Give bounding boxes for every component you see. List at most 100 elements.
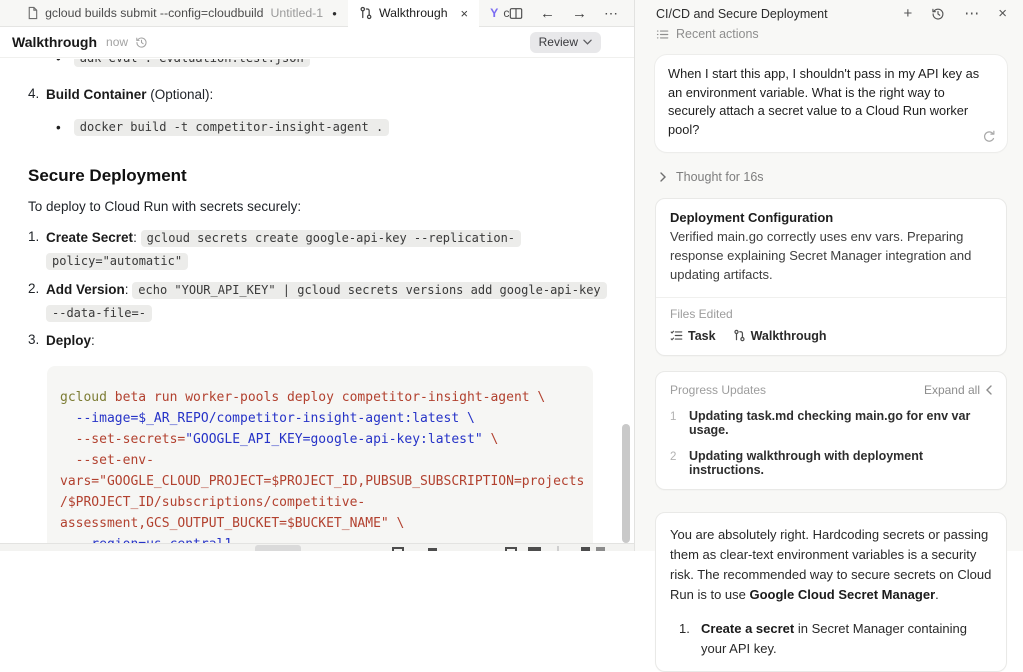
editor-pane: gcloud builds submit --config=cloudbuild… (0, 0, 634, 551)
toolbar-pill-fragment (255, 545, 301, 551)
code-line: /$PROJECT_ID/subscriptions/competitive- (60, 492, 581, 513)
toolbar-icon-fragment (596, 547, 605, 551)
bullet: • (56, 59, 61, 66)
files-edited-section: Files Edited Task (656, 297, 1006, 355)
timestamp: now (106, 35, 128, 49)
tab-walkthrough[interactable]: Walkthrough × (348, 0, 479, 27)
thought-label: Thought for 16s (676, 170, 764, 184)
more-options-icon[interactable]: ⋯ (964, 6, 979, 21)
code-line: --image=$_AR_REPO/competitor-insight-age… (60, 408, 581, 429)
walkthrough-route-icon (359, 6, 373, 20)
tab-title: Walkthrough (379, 6, 448, 20)
assistant-panel: CI/CD and Secure Deployment + ⋯ × Recent… (634, 0, 1023, 551)
thought-toggle[interactable]: Thought for 16s (660, 170, 1023, 184)
inline-code: --data-file=- (46, 305, 152, 322)
split-editor-icon[interactable] (509, 7, 523, 20)
chevron-left-icon (986, 385, 992, 395)
ordered-list: 1. Create Secret: gcloud secrets create … (28, 226, 634, 352)
toolbar-icon-fragment (581, 547, 590, 551)
bold-text: Google Cloud Secret Manager (750, 587, 936, 602)
file-chip-walkthrough[interactable]: Walkthrough (733, 329, 827, 343)
page-title: Walkthrough (12, 34, 97, 50)
vertical-scrollbar[interactable] (622, 424, 630, 543)
progress-updates-label: Progress Updates (670, 383, 766, 397)
walkthrough-document: • adk eval . evaluation.test.json 4. Bui… (0, 59, 634, 543)
assistant-response: You are absolutely right. Hardcoding sec… (655, 512, 1007, 672)
response-paragraph: You are absolutely right. Hardcoding sec… (670, 525, 992, 606)
more-actions-icon[interactable]: ⋯ (604, 5, 619, 22)
bold-text: Create a secret (701, 621, 794, 636)
tab-untitled-badge: Untitled-1 (270, 6, 323, 20)
card-title: Deployment Configuration (670, 210, 992, 225)
tab-bar: gcloud builds submit --config=cloudbuild… (0, 0, 634, 27)
new-conversation-icon[interactable]: + (903, 6, 912, 21)
tab-title: gcloud builds submit --config=cloudbuild (45, 6, 263, 20)
back-icon[interactable]: ← (540, 5, 555, 22)
history-icon[interactable] (931, 7, 945, 21)
close-panel-icon[interactable]: × (998, 6, 1007, 21)
files-edited-label: Files Edited (670, 307, 992, 321)
expand-all-label: Expand all (924, 383, 980, 397)
list-item: 3. Deploy: (28, 329, 634, 352)
bottom-toolbar-clipped (0, 543, 634, 551)
inline-code: gcloud secrets create google-api-key --r… (141, 230, 521, 247)
restore-checkpoint-icon[interactable] (982, 130, 996, 143)
inline-code: policy="automatic" (46, 253, 188, 270)
user-message-text: When I start this app, I shouldn't pass … (668, 66, 979, 137)
text: . (935, 587, 939, 602)
chevron-down-icon (583, 39, 592, 45)
history-clock-icon[interactable] (135, 36, 148, 49)
tab-untitled-1[interactable]: gcloud builds submit --config=cloudbuild… (15, 0, 348, 26)
text: : (91, 333, 95, 348)
bold-text: Create Secret (46, 230, 133, 245)
deployment-configuration-card: Deployment Configuration Verified main.g… (655, 198, 1007, 356)
expand-all-button[interactable]: Expand all (924, 383, 992, 397)
list-item: 1. Create Secret: gcloud secrets create … (28, 226, 634, 272)
paragraph: To deploy to Cloud Run with secrets secu… (28, 199, 634, 214)
list-number: 1. (679, 619, 701, 660)
file-chip-task[interactable]: Task (670, 329, 716, 343)
list-number: 3. (28, 329, 46, 352)
progress-updates-card: Progress Updates Expand all 1 Updating t… (655, 371, 1007, 490)
inline-code: docker build -t competitor-insight-agent… (74, 119, 389, 136)
code-line: assessment,GCS_OUTPUT_BUCKET=$BUCKET_NAM… (60, 513, 581, 534)
response-list-item: 1. Create a secret in Secret Manager con… (670, 619, 992, 660)
bold-text: Add Version (46, 282, 125, 297)
card-body: Verified main.go correctly uses env vars… (670, 228, 992, 285)
list-icon (656, 28, 669, 41)
modified-dot-icon: ● (332, 9, 337, 18)
close-tab-icon[interactable]: × (461, 6, 469, 21)
inline-code: adk eval . evaluation.test.json (74, 59, 310, 67)
document-header: Walkthrough now Review (0, 27, 634, 58)
list-item: 4. Build Container (Optional): (28, 83, 634, 106)
recent-actions-row[interactable]: Recent actions (635, 25, 1023, 41)
list-number: 4. (28, 83, 46, 106)
review-button[interactable]: Review (530, 32, 601, 53)
code-line: --region=us-central1 (60, 534, 581, 543)
assistant-panel-header: CI/CD and Secure Deployment + ⋯ × (635, 0, 1023, 25)
code-line: --set-secrets="GOOGLE_API_KEY=google-api… (60, 429, 581, 450)
chevron-right-icon (660, 172, 666, 182)
tab-cloudbuild-partial[interactable]: Y cl (479, 0, 509, 26)
bold-text: Deploy (46, 333, 91, 348)
inline-code: echo "YOUR_API_KEY" | gcloud secrets ver… (132, 282, 606, 299)
forward-icon[interactable]: → (572, 5, 587, 22)
file-icon (26, 6, 39, 20)
list-number: 2. (28, 278, 46, 324)
progress-item[interactable]: 2 Updating walkthrough with deployment i… (670, 449, 992, 477)
toolbar-icon-fragment (528, 547, 541, 551)
toolbar-divider-fragment (557, 546, 559, 551)
progress-item[interactable]: 1 Updating task.md checking main.go for … (670, 409, 992, 437)
bold-text: Build Container (46, 87, 147, 102)
checklist-icon (670, 329, 683, 342)
bullet: • (56, 120, 61, 135)
progress-item-text: Updating walkthrough with deployment ins… (689, 449, 992, 477)
walkthrough-route-icon (733, 329, 746, 342)
progress-item-number: 2 (670, 451, 689, 463)
text: : (133, 230, 141, 245)
progress-item-text: Updating task.md checking main.go for en… (689, 409, 992, 437)
toolbar-icon-fragment (505, 547, 517, 551)
code-line: vars="GOOGLE_CLOUD_PROJECT=$PROJECT_ID,P… (60, 471, 581, 492)
file-chip-label: Walkthrough (751, 329, 827, 343)
code-block: gcloud beta run worker-pools deploy comp… (47, 366, 593, 543)
